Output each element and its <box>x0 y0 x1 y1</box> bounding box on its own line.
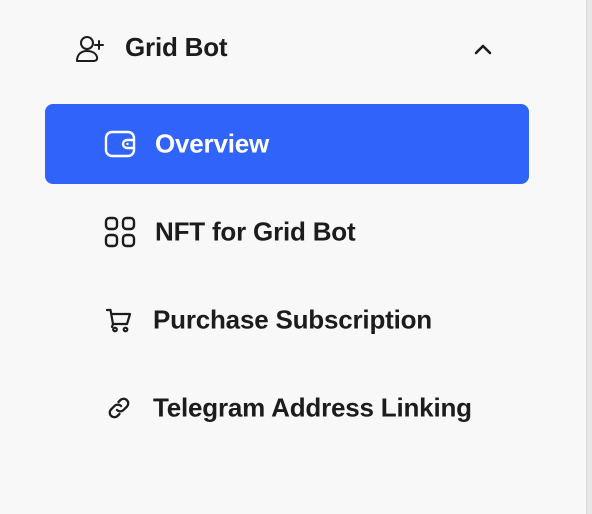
menu-item-label: Overview <box>155 128 270 159</box>
menu-item-purchase-subscription[interactable]: Purchase Subscription <box>45 280 529 360</box>
chevron-up-icon[interactable] <box>472 38 494 60</box>
link-icon <box>108 397 130 419</box>
menu-item-nft-for-grid-bot[interactable]: NFT for Grid Bot <box>45 192 529 272</box>
menu-item-telegram-address-linking[interactable]: Telegram Address Linking <box>45 368 529 448</box>
section-header-grid-bot[interactable]: Grid Bot <box>0 22 540 74</box>
wallet-icon <box>104 130 136 158</box>
menu-item-label: Telegram Address Linking <box>153 392 472 423</box>
panel-divider <box>586 0 592 514</box>
grid-icon <box>104 216 136 248</box>
user-plus-icon <box>76 36 104 62</box>
menu-item-label: Purchase Subscription <box>153 304 432 335</box>
menu-item-overview[interactable]: Overview <box>45 104 529 184</box>
section-title: Grid Bot <box>125 32 228 62</box>
cart-icon <box>105 308 132 333</box>
menu-item-label: NFT for Grid Bot <box>155 216 356 247</box>
